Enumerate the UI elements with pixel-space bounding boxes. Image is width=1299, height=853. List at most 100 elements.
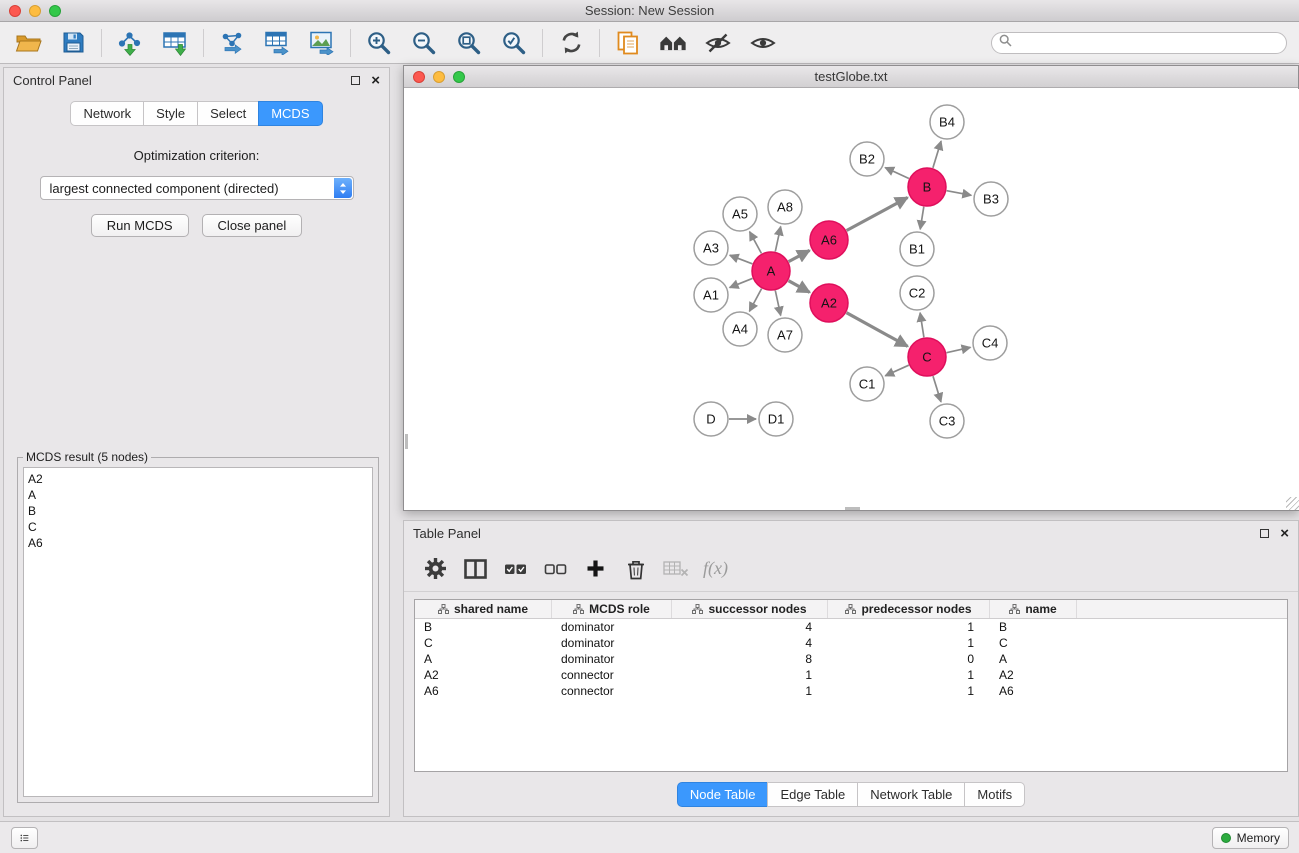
import-network-file-icon[interactable] xyxy=(116,29,144,57)
node-A8[interactable]: A8 xyxy=(768,190,802,224)
node-A6[interactable]: A6 xyxy=(810,221,848,259)
node-A5[interactable]: A5 xyxy=(723,197,757,231)
edge-A-A1[interactable] xyxy=(730,278,753,287)
search-box[interactable] xyxy=(991,32,1287,54)
tab-select[interactable]: Select xyxy=(197,101,258,126)
node-A4[interactable]: A4 xyxy=(723,312,757,346)
edge-B-B4[interactable] xyxy=(933,141,941,168)
zoom-out-icon[interactable] xyxy=(410,29,438,57)
edge-A-A5[interactable] xyxy=(750,232,762,254)
node-A2[interactable]: A2 xyxy=(810,284,848,322)
network-canvas[interactable]: B4B2BB3A5A8A6B1A3AC2A1A2A4A7C4CC1C3DD1 xyxy=(405,89,1299,510)
close-window-button[interactable] xyxy=(9,5,21,17)
show-columns-icon[interactable] xyxy=(462,555,489,582)
first-neighbors-home-icon[interactable] xyxy=(659,29,687,57)
edge-C-C3[interactable] xyxy=(933,376,941,402)
edge-B-B1[interactable] xyxy=(920,207,924,230)
node-A7[interactable]: A7 xyxy=(768,318,802,352)
import-table-file-icon[interactable] xyxy=(161,29,189,57)
delete-table-icon[interactable] xyxy=(662,555,689,582)
window-resize-grip[interactable] xyxy=(1286,497,1299,510)
function-builder-fx-icon[interactable]: f(x) xyxy=(702,555,729,582)
node-C1[interactable]: C1 xyxy=(850,367,884,401)
network-minimize-button[interactable] xyxy=(433,71,445,83)
network-close-button[interactable] xyxy=(413,71,425,83)
zoom-fit-icon[interactable] xyxy=(455,29,483,57)
node-C4[interactable]: C4 xyxy=(973,326,1007,360)
mcds-result-item[interactable]: C xyxy=(28,519,368,535)
node-A3[interactable]: A3 xyxy=(694,231,728,265)
edge-A-A8[interactable] xyxy=(775,227,780,252)
node-B4[interactable]: B4 xyxy=(930,105,964,139)
table-settings-gear-icon[interactable] xyxy=(422,555,449,582)
node-C2[interactable]: C2 xyxy=(900,276,934,310)
edge-A2-C[interactable] xyxy=(847,313,908,347)
node-A1[interactable]: A1 xyxy=(694,278,728,312)
node-D1[interactable]: D1 xyxy=(759,402,793,436)
float-table-panel-icon[interactable] xyxy=(1260,529,1269,538)
criterion-dropdown[interactable]: largest connected component (directed) xyxy=(40,176,354,200)
memory-button[interactable]: Memory xyxy=(1212,827,1289,849)
float-panel-icon[interactable] xyxy=(351,76,360,85)
add-row-plus-icon[interactable] xyxy=(582,555,609,582)
tab-network-table[interactable]: Network Table xyxy=(857,782,964,807)
column-header-name[interactable]: name xyxy=(990,600,1077,618)
apply-layout-refresh-icon[interactable] xyxy=(557,29,585,57)
column-header-predecessor-nodes[interactable]: predecessor nodes xyxy=(828,600,990,618)
export-network-icon[interactable] xyxy=(218,29,246,57)
close-table-panel-icon[interactable]: × xyxy=(1280,529,1289,538)
node-B[interactable]: B xyxy=(908,168,946,206)
mcds-result-item[interactable]: B xyxy=(28,503,368,519)
tab-motifs[interactable]: Motifs xyxy=(964,782,1025,807)
table-row[interactable]: Adominator80A xyxy=(415,651,1287,667)
tab-edge-table[interactable]: Edge Table xyxy=(767,782,857,807)
edge-C-C4[interactable] xyxy=(947,347,971,352)
hide-details-icon[interactable] xyxy=(704,29,732,57)
column-header-MCDS-role[interactable]: MCDS role xyxy=(552,600,672,618)
table-row[interactable]: Cdominator41C xyxy=(415,635,1287,651)
table-row[interactable]: A2connector11A2 xyxy=(415,667,1287,683)
edge-C-C1[interactable] xyxy=(885,365,909,376)
clone-network-icon[interactable] xyxy=(614,29,642,57)
run-mcds-button[interactable]: Run MCDS xyxy=(91,214,189,237)
delete-rows-trash-icon[interactable] xyxy=(622,555,649,582)
edge-A-A4[interactable] xyxy=(749,289,761,312)
task-history-button[interactable] xyxy=(11,827,38,849)
table-row[interactable]: Bdominator41B xyxy=(415,619,1287,635)
vertical-scroll-indicator[interactable] xyxy=(405,434,408,449)
close-panel-button[interactable]: Close panel xyxy=(202,214,303,237)
node-C3[interactable]: C3 xyxy=(930,404,964,438)
show-details-eye-icon[interactable] xyxy=(749,29,777,57)
node-A[interactable]: A xyxy=(752,252,790,290)
node-B2[interactable]: B2 xyxy=(850,142,884,176)
open-session-icon[interactable] xyxy=(14,29,42,57)
node-B3[interactable]: B3 xyxy=(974,182,1008,216)
export-image-icon[interactable] xyxy=(308,29,336,57)
select-all-checkboxes-icon[interactable] xyxy=(502,555,529,582)
export-table-icon[interactable] xyxy=(263,29,291,57)
search-input[interactable] xyxy=(1017,36,1279,50)
tab-style[interactable]: Style xyxy=(143,101,197,126)
edge-A6-B[interactable] xyxy=(847,198,908,231)
network-zoom-button[interactable] xyxy=(453,71,465,83)
edge-B-B3[interactable] xyxy=(947,191,972,196)
close-panel-icon[interactable]: × xyxy=(371,76,380,85)
edge-A-A7[interactable] xyxy=(775,291,780,316)
edge-B-B2[interactable] xyxy=(885,168,909,179)
mcds-result-list[interactable]: A2ABCA6 xyxy=(23,467,373,797)
mcds-result-item[interactable]: A2 xyxy=(28,471,368,487)
node-B1[interactable]: B1 xyxy=(900,232,934,266)
tab-mcds[interactable]: MCDS xyxy=(258,101,322,126)
edge-A-A3[interactable] xyxy=(730,255,753,264)
save-session-icon[interactable] xyxy=(59,29,87,57)
minimize-window-button[interactable] xyxy=(29,5,41,17)
zoom-window-button[interactable] xyxy=(49,5,61,17)
tab-network[interactable]: Network xyxy=(70,101,143,126)
horizontal-scroll-indicator[interactable] xyxy=(845,507,860,510)
zoom-selected-icon[interactable] xyxy=(500,29,528,57)
edge-C-C2[interactable] xyxy=(920,313,924,337)
edge-A-A2[interactable] xyxy=(789,281,810,293)
tab-node-table[interactable]: Node Table xyxy=(677,782,768,807)
column-header-shared-name[interactable]: shared name xyxy=(415,600,552,618)
node-C[interactable]: C xyxy=(908,338,946,376)
